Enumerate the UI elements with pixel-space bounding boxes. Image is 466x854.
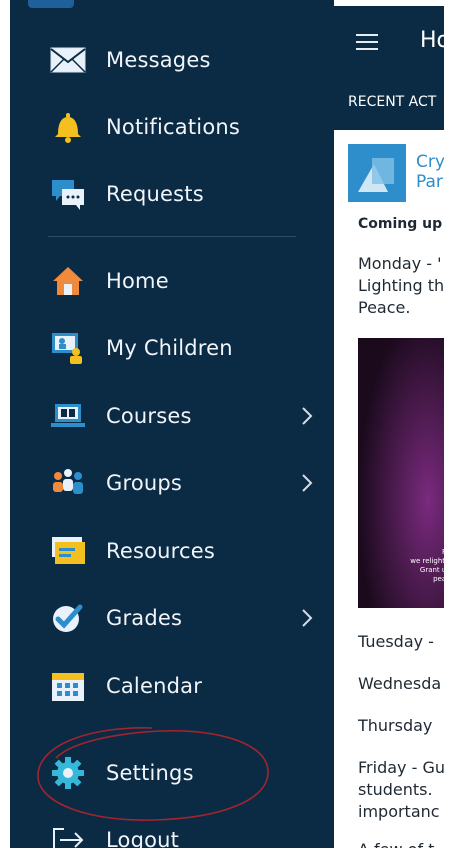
menu-label-messages: Messages: [106, 48, 211, 72]
post-cut-line: A few of t: [358, 840, 434, 848]
course-logo: [348, 144, 406, 202]
calendar-icon: [48, 666, 88, 706]
course-name-line2: Par: [416, 172, 443, 192]
envelope-icon: [48, 40, 88, 80]
thursday-line: Thursday: [358, 716, 433, 735]
monday-line-3: Peace.: [358, 298, 411, 317]
navigation-drawer: Messages Notifications Requests Home My …: [10, 0, 334, 848]
screen-edge: [444, 0, 466, 854]
menu-item-notifications[interactable]: Notifications: [10, 99, 334, 155]
menu-label-logout: Logout: [106, 828, 180, 848]
menu-label-grades: Grades: [106, 606, 183, 630]
hamburger-menu-icon[interactable]: [356, 34, 378, 50]
menu-item-my-children[interactable]: My Children: [10, 320, 334, 376]
chevron-right-icon: [298, 606, 316, 630]
monday-line-1: Monday - ': [358, 254, 442, 273]
wednesday-line: Wednesda: [358, 674, 442, 693]
menu-divider: [48, 236, 296, 237]
menu-label-notifications: Notifications: [106, 115, 241, 139]
bell-icon: [48, 107, 88, 147]
menu-item-resources[interactable]: Resources: [10, 523, 334, 579]
menu-label-groups: Groups: [106, 471, 183, 495]
menu-item-groups[interactable]: Groups: [10, 455, 334, 511]
friday-line-1: Friday - Gu: [358, 758, 444, 777]
menu-item-settings[interactable]: Settings: [10, 745, 334, 801]
main-content: Ho RECENT ACT Cry Par Coming up Monday -…: [334, 0, 444, 848]
laptop-book-icon: [48, 396, 88, 436]
folder-icon: [48, 531, 88, 571]
menu-label-courses: Courses: [106, 404, 192, 428]
monday-line-2: Lighting th: [358, 276, 444, 295]
menu-label-settings: Settings: [106, 761, 194, 785]
friday-line-2: students.: [358, 780, 433, 799]
coming-up-heading: Coming up: [358, 216, 443, 232]
menu-label-calendar: Calendar: [106, 674, 203, 698]
course-name-line1: Cry: [416, 152, 444, 172]
people-group-icon: [48, 463, 88, 503]
house-icon: [48, 261, 88, 301]
chevron-right-icon: [298, 471, 316, 495]
menu-label-resources: Resources: [106, 539, 216, 563]
drawer-top-edge: [28, 0, 74, 8]
menu-label-requests: Requests: [106, 182, 204, 206]
menu-item-messages[interactable]: Messages: [10, 32, 334, 88]
logout-arrow-icon: [48, 820, 88, 848]
children-icon: [48, 328, 88, 368]
menu-item-home[interactable]: Home: [10, 253, 334, 309]
menu-item-courses[interactable]: Courses: [10, 388, 334, 444]
menu-item-grades[interactable]: Grades: [10, 590, 334, 646]
menu-label-home: Home: [106, 269, 169, 293]
course-name[interactable]: Cry Par: [416, 152, 444, 192]
menu-item-logout[interactable]: Logout: [10, 812, 334, 848]
menu-label-my-children: My Children: [106, 336, 233, 360]
checkmark-badge-icon: [48, 598, 88, 638]
chevron-right-icon: [298, 404, 316, 428]
page-title: Ho: [420, 28, 444, 53]
post-image-caption: Fo we relight t Grant us peac: [410, 548, 444, 583]
tab-bar: RECENT ACT: [334, 72, 444, 130]
menu-item-calendar[interactable]: Calendar: [10, 658, 334, 714]
gear-icon: [48, 753, 88, 793]
chat-bubbles-icon: [48, 174, 88, 214]
tuesday-line: Tuesday -: [358, 632, 434, 651]
app-header: Ho: [334, 6, 444, 72]
tab-recent-activity[interactable]: RECENT ACT: [348, 94, 436, 110]
friday-line-3: importanc: [358, 802, 440, 821]
menu-item-requests[interactable]: Requests: [10, 166, 334, 222]
